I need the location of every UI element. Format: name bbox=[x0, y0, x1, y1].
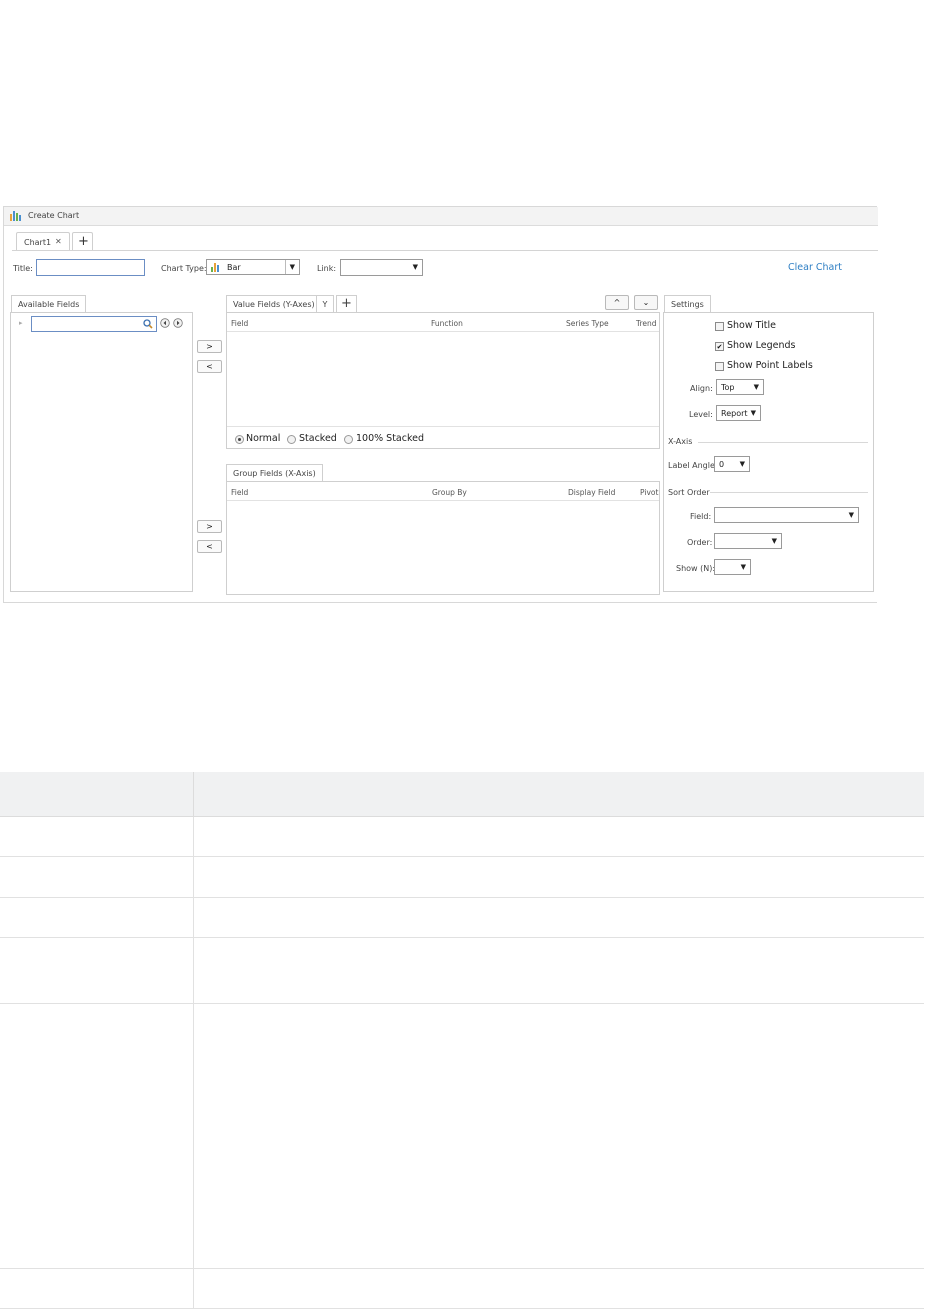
col-field[interactable]: Field bbox=[231, 488, 248, 497]
dropdown-arrow-icon: ▼ bbox=[412, 263, 418, 271]
sort-field-label: Field: bbox=[690, 512, 712, 521]
group-fields-panel: Field Group By Display Field Pivot bbox=[226, 481, 660, 595]
col-group-by[interactable]: Group By bbox=[432, 488, 467, 497]
show-point-labels-label: Show Point Labels bbox=[727, 360, 813, 371]
sort-field-select[interactable]: ▼ bbox=[714, 507, 859, 523]
chart-type-label: Chart Type: bbox=[161, 264, 207, 273]
section-divider bbox=[698, 442, 868, 443]
tabstrip-divider bbox=[12, 250, 878, 251]
add-group-field-button[interactable]: > bbox=[197, 520, 222, 533]
available-fields-panel: ▸ bbox=[10, 312, 193, 592]
label-angle-select[interactable]: 0 ▼ bbox=[714, 456, 750, 472]
value-fields-header: Field Function Series Type Trend bbox=[227, 313, 659, 332]
remove-value-field-button[interactable]: < bbox=[197, 360, 222, 373]
select-divider bbox=[285, 260, 286, 274]
show-title-label: Show Title bbox=[727, 320, 777, 331]
show-n-select[interactable]: ▼ bbox=[714, 559, 751, 575]
tab-group-fields[interactable]: Group Fields (X-Axis) bbox=[226, 464, 323, 482]
radio-normal-label: Normal bbox=[246, 433, 281, 444]
dropdown-arrow-icon: ▼ bbox=[771, 537, 777, 545]
table-header-row bbox=[0, 772, 924, 817]
tab-chart1-label: Chart1 bbox=[24, 238, 52, 247]
next-icon[interactable] bbox=[173, 318, 183, 328]
bar-chart-icon bbox=[10, 210, 22, 221]
sort-order-label: Order: bbox=[687, 538, 713, 547]
table-row bbox=[0, 1269, 924, 1309]
chart-type-value: Bar bbox=[227, 263, 241, 272]
level-select[interactable]: Report ▼ bbox=[716, 405, 761, 421]
sort-order-select[interactable]: ▼ bbox=[714, 533, 782, 549]
tab-settings[interactable]: Settings bbox=[664, 295, 711, 313]
expand-arrow-icon[interactable]: ▸ bbox=[19, 319, 23, 327]
link-select[interactable]: ▼ bbox=[340, 259, 423, 276]
window-titlebar: Create Chart bbox=[4, 207, 878, 226]
clear-chart-link[interactable]: Clear Chart bbox=[788, 262, 842, 273]
chart-type-select[interactable]: Bar ▼ bbox=[206, 259, 300, 275]
dropdown-arrow-icon: ▼ bbox=[739, 460, 745, 468]
close-icon[interactable]: ✕ bbox=[55, 237, 62, 246]
sort-order-heading: Sort Order bbox=[668, 488, 710, 497]
radio-100-stacked[interactable] bbox=[344, 435, 353, 444]
move-up-button[interactable]: ^ bbox=[605, 295, 629, 310]
table-row bbox=[0, 817, 924, 857]
link-label: Link: bbox=[317, 264, 337, 273]
tab-available-fields[interactable]: Available Fields bbox=[11, 295, 87, 313]
chevron-down-icon: ⌄ bbox=[642, 298, 650, 307]
search-icon[interactable] bbox=[143, 319, 153, 329]
move-down-button[interactable]: ⌄ bbox=[634, 295, 658, 310]
create-chart-window: Create Chart Chart1 ✕ + Title: Chart Typ… bbox=[3, 206, 878, 603]
table-row bbox=[0, 857, 924, 898]
title-input[interactable] bbox=[36, 259, 145, 276]
settings-panel: Show Title ✔ Show Legends Show Point Lab… bbox=[663, 312, 874, 592]
value-fields-panel: Field Function Series Type Trend Normal … bbox=[226, 312, 660, 449]
window-title: Create Chart bbox=[28, 211, 80, 220]
radio-normal[interactable] bbox=[235, 435, 244, 444]
fields-search-input[interactable] bbox=[31, 316, 157, 332]
add-value-field-button[interactable]: > bbox=[197, 340, 222, 353]
table-row bbox=[0, 938, 924, 1004]
level-label: Level: bbox=[689, 410, 713, 419]
title-label: Title: bbox=[13, 264, 33, 273]
radio-stacked-label: Stacked bbox=[299, 433, 337, 444]
col-function[interactable]: Function bbox=[431, 319, 463, 328]
show-legends-label: Show Legends bbox=[727, 340, 796, 351]
tab-value-fields[interactable]: Value Fields (Y-Axes) bbox=[226, 295, 322, 313]
plus-icon: + bbox=[78, 234, 89, 249]
tab-y[interactable]: Y bbox=[316, 295, 334, 313]
show-point-labels-checkbox[interactable] bbox=[715, 362, 724, 371]
radio-stacked[interactable] bbox=[287, 435, 296, 444]
check-icon: ✔ bbox=[716, 343, 723, 351]
col-trend[interactable]: Trend bbox=[636, 319, 657, 328]
panel-divider bbox=[227, 426, 659, 427]
col-series-type[interactable]: Series Type bbox=[566, 319, 609, 328]
align-label: Align: bbox=[690, 384, 713, 393]
show-n-label: Show (N): bbox=[676, 564, 716, 573]
table-row bbox=[0, 898, 924, 938]
show-legends-checkbox[interactable]: ✔ bbox=[715, 342, 724, 351]
label-angle-label: Label Angle: bbox=[668, 461, 718, 470]
dropdown-arrow-icon: ▼ bbox=[753, 383, 759, 391]
dropdown-arrow-icon: ▼ bbox=[740, 563, 746, 571]
col-pivot[interactable]: Pivot bbox=[640, 488, 658, 497]
tab-chart1[interactable]: Chart1 ✕ bbox=[16, 232, 70, 250]
align-select[interactable]: Top ▼ bbox=[716, 379, 764, 395]
dropdown-arrow-icon: ▼ bbox=[289, 263, 295, 271]
table-row bbox=[0, 1004, 924, 1269]
prev-icon[interactable] bbox=[160, 318, 170, 328]
group-fields-header: Field Group By Display Field Pivot bbox=[227, 482, 659, 501]
show-title-checkbox[interactable] bbox=[715, 322, 724, 331]
add-y-axis-button[interactable]: + bbox=[336, 295, 357, 313]
remove-group-field-button[interactable]: < bbox=[197, 540, 222, 553]
bar-chart-icon bbox=[211, 263, 221, 272]
chevron-up-icon: ^ bbox=[613, 298, 621, 307]
col-field[interactable]: Field bbox=[231, 319, 248, 328]
add-tab-button[interactable]: + bbox=[72, 232, 93, 250]
dropdown-arrow-icon: ▼ bbox=[848, 511, 854, 519]
col-display-field[interactable]: Display Field bbox=[568, 488, 615, 497]
section-divider bbox=[710, 492, 868, 493]
radio-100-stacked-label: 100% Stacked bbox=[356, 433, 425, 444]
dropdown-arrow-icon: ▼ bbox=[750, 409, 756, 417]
x-axis-heading: X-Axis bbox=[668, 437, 693, 446]
